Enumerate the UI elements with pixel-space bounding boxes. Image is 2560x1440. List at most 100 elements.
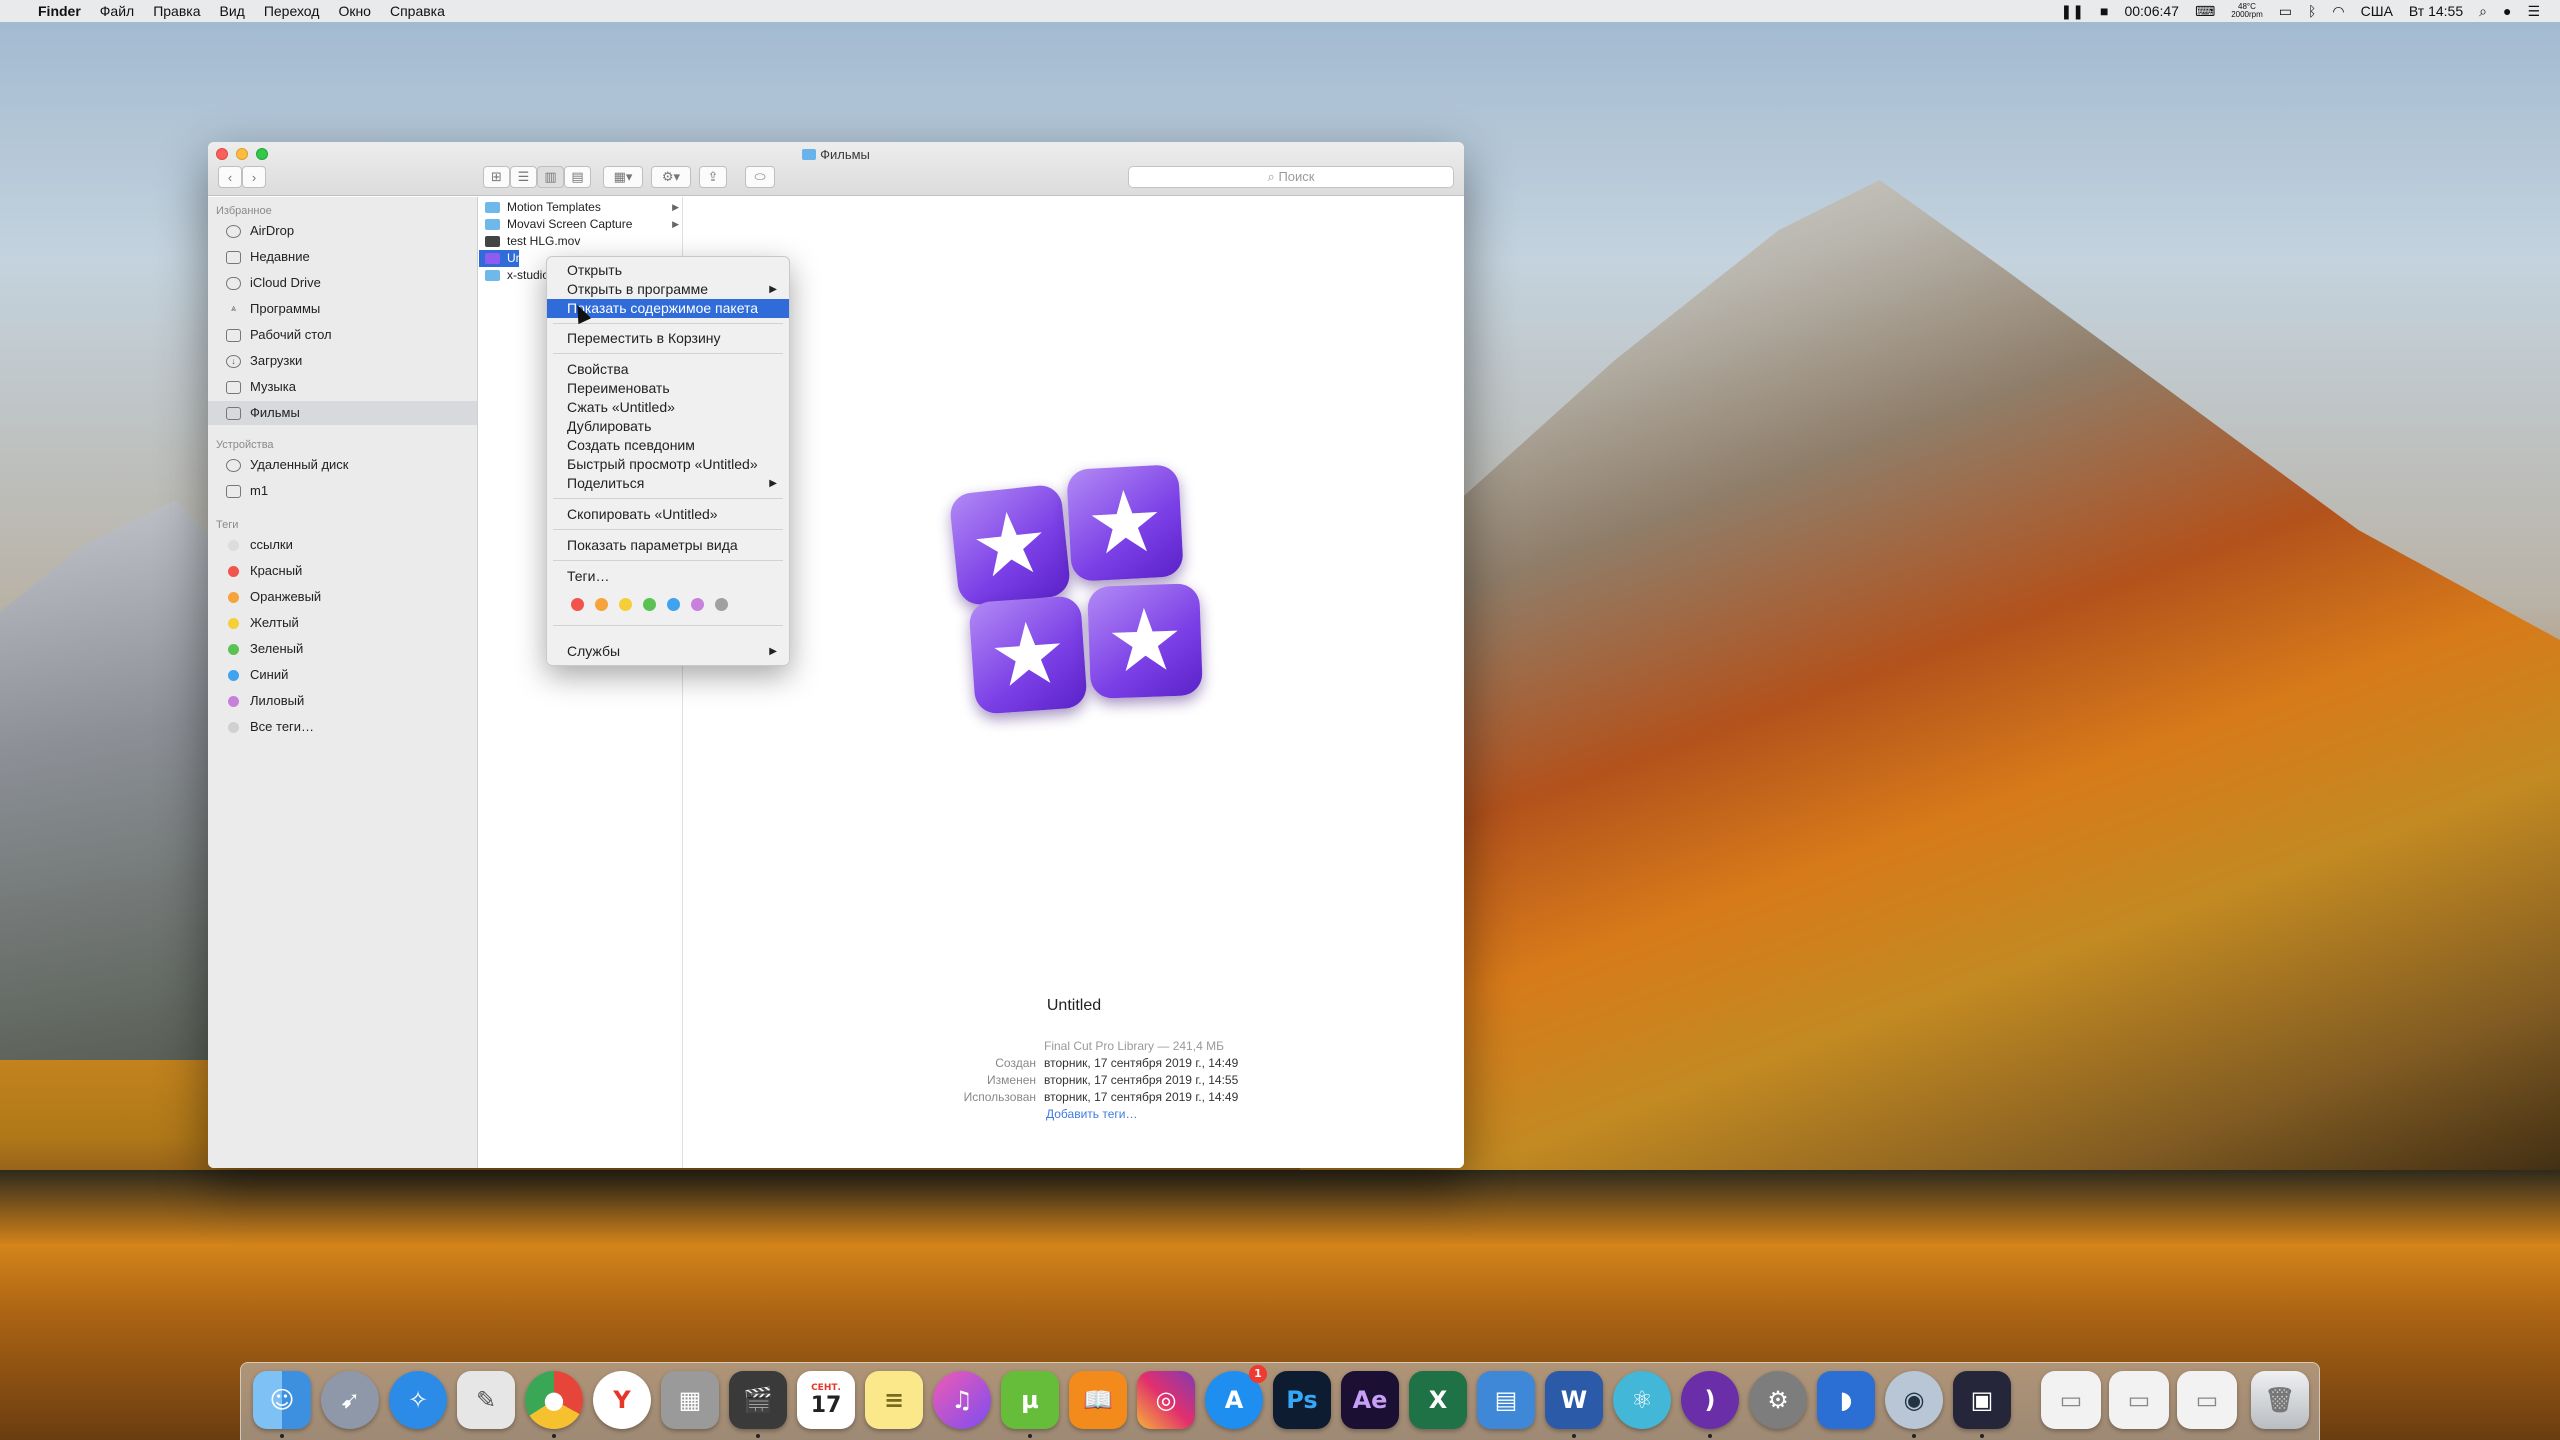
documents-stack-dock-icon[interactable]: ▭ [2109, 1371, 2169, 1429]
after-effects-dock-icon[interactable]: Ae [1341, 1371, 1399, 1429]
cpu-stats[interactable]: 48°C 2000rpm [2231, 3, 2263, 19]
photoshop-dock-icon[interactable]: Ps [1273, 1371, 1331, 1429]
system-preferences-dock-icon[interactable]: ⚙ [1749, 1371, 1807, 1429]
stop-icon[interactable]: ■ [2100, 3, 2108, 19]
menu-item-services[interactable]: Службы ▶ [547, 642, 789, 661]
sidebar-item-remote-disc[interactable]: Удаленный диск [208, 453, 477, 477]
podcast-dock-icon[interactable]: ) [1681, 1371, 1739, 1438]
calendar-dock-icon[interactable]: СЕНТ. 17 [797, 1371, 855, 1429]
sidebar-tag-links[interactable]: ссылки [208, 533, 477, 557]
menu-help[interactable]: Справка [390, 3, 445, 19]
view-columns-button[interactable]: ▥ [537, 166, 564, 188]
menu-go[interactable]: Переход [264, 3, 320, 19]
sidebar-item-music[interactable]: Музыка [208, 375, 477, 399]
sidebar-item-downloads[interactable]: ↓ Загрузки [208, 349, 477, 373]
forward-button[interactable]: › [242, 166, 266, 188]
files-dock-icon[interactable]: ▤ [1477, 1371, 1535, 1429]
utorrent-dock-icon[interactable]: µ [1001, 1371, 1059, 1438]
ibooks-dock-icon[interactable]: 📖 [1069, 1371, 1127, 1429]
tag-color-yellow[interactable] [619, 598, 632, 611]
spotlight-icon[interactable]: ⌕ [2479, 3, 2487, 20]
sidebar-item-airdrop[interactable]: AirDrop [208, 219, 477, 243]
sidebar-tag-purple[interactable]: Лиловый [208, 689, 477, 713]
sidebar-tag-yellow[interactable]: Желтый [208, 611, 477, 635]
file-row-untitled[interactable]: Untitled [479, 250, 519, 267]
sidebar-tag-green[interactable]: Зеленый [208, 637, 477, 661]
menu-item-get-info[interactable]: Свойства [547, 360, 789, 379]
airplay-icon[interactable]: ▭ [2279, 3, 2292, 20]
sidebar-item-m1[interactable]: m1 [208, 479, 477, 503]
launchpad-dock-icon[interactable]: ➹ [321, 1371, 379, 1429]
word-dock-icon[interactable]: W [1545, 1371, 1603, 1438]
itunes-dock-icon[interactable]: ♫ [933, 1371, 991, 1429]
sidebar-tag-all[interactable]: Все теги… [208, 715, 477, 739]
user-icon[interactable]: ● [2503, 3, 2511, 19]
chrome-dock-icon[interactable]: ● [525, 1371, 583, 1438]
menu-item-duplicate[interactable]: Дублировать [547, 417, 789, 436]
view-icons-button[interactable]: ⊞ [483, 166, 510, 188]
file-row-test-hlg[interactable]: test HLG.mov [479, 233, 683, 250]
menu-item-open[interactable]: Открыть [547, 261, 789, 280]
back-button[interactable]: ‹ [218, 166, 242, 188]
menu-item-open-with[interactable]: Открыть в программе ▶ [547, 280, 789, 299]
file-row-movavi[interactable]: Movavi Screen Capture ▶ [479, 216, 683, 233]
instagram-dock-icon[interactable]: ◎ [1137, 1371, 1195, 1429]
menu-item-make-alias[interactable]: Создать псевдоним [547, 436, 789, 455]
menu-item-tags[interactable]: Теги… [547, 567, 789, 586]
swift-dock-icon[interactable]: ◗ [1817, 1371, 1875, 1429]
clock[interactable]: Вт 14:55 [2409, 3, 2463, 19]
pause-icon[interactable]: ❚❚ [2061, 3, 2084, 20]
notification-center-icon[interactable]: ☰ [2527, 3, 2540, 20]
menu-window[interactable]: Окно [338, 3, 371, 19]
menu-file[interactable]: Файл [100, 3, 134, 19]
group-button[interactable]: ▦▾ [603, 166, 643, 188]
sidebar-tag-orange[interactable]: Оранжевый [208, 585, 477, 609]
tag-button[interactable]: ⬭ [745, 166, 775, 188]
sidebar-item-desktop[interactable]: Рабочий стол [208, 323, 477, 347]
recording-time[interactable]: 00:06:47 [2124, 3, 2179, 19]
downloads-stack-dock-icon[interactable]: ▭ [2041, 1371, 2101, 1429]
sidebar-tag-red[interactable]: Красный [208, 559, 477, 583]
add-tags-link[interactable]: Добавить теги… [1046, 1107, 1137, 1121]
excel-dock-icon[interactable]: X [1409, 1371, 1467, 1429]
bluetooth-icon[interactable]: ᛒ [2308, 3, 2316, 19]
search-field[interactable]: ⌕ Поиск [1128, 166, 1454, 188]
yandex-dock-icon[interactable]: Y [593, 1371, 651, 1429]
textedit-dock-icon[interactable]: ✎ [457, 1371, 515, 1429]
tag-color-gray[interactable] [715, 598, 728, 611]
tag-color-blue[interactable] [667, 598, 680, 611]
menu-item-view-options[interactable]: Показать параметры вида [547, 536, 789, 555]
share-button[interactable]: ⇪ [699, 166, 727, 188]
action-button[interactable]: ⚙▾ [651, 166, 691, 188]
trash-dock-icon[interactable]: 🗑 [2251, 1371, 2309, 1429]
wifi-icon[interactable]: ◠ [2332, 3, 2344, 20]
menu-item-share[interactable]: Поделиться ▶ [547, 474, 789, 493]
sidebar-item-icloud[interactable]: iCloud Drive [208, 271, 477, 295]
menu-finder[interactable]: Finder [38, 3, 81, 19]
screen-capture-dock-icon[interactable]: ◉ [1885, 1371, 1943, 1438]
sidebar-item-movies[interactable]: Фильмы [208, 401, 477, 425]
final-cut-dock-icon[interactable]: 🎬 [729, 1371, 787, 1438]
calculator-dock-icon[interactable]: ▦ [661, 1371, 719, 1429]
sidebar-tag-blue[interactable]: Синий [208, 663, 477, 687]
menu-item-quick-look[interactable]: Быстрый просмотр «Untitled» [547, 455, 789, 474]
menu-item-compress[interactable]: Сжать «Untitled» [547, 398, 789, 417]
atom-dock-icon[interactable]: ⚛ [1613, 1371, 1671, 1429]
sidebar-item-recents[interactable]: Недавние [208, 245, 477, 269]
finder-dock-icon[interactable]: ☺ [253, 1371, 311, 1438]
menu-view[interactable]: Вид [220, 3, 245, 19]
notes-dock-icon[interactable]: ≡ [865, 1371, 923, 1429]
keyboard-icon[interactable]: ⌨ [2195, 3, 2215, 20]
menu-item-copy[interactable]: Скопировать «Untitled» [547, 505, 789, 524]
sidebar-item-applications[interactable]: ⩓ Программы [208, 297, 477, 321]
view-list-button[interactable]: ☰ [510, 166, 537, 188]
menu-edit[interactable]: Правка [153, 3, 200, 19]
tag-color-orange[interactable] [595, 598, 608, 611]
safari-dock-icon[interactable]: ✧ [389, 1371, 447, 1429]
appstore-dock-icon[interactable]: A1 [1205, 1365, 1267, 1429]
input-source[interactable]: США [2361, 3, 2393, 19]
menu-item-rename[interactable]: Переименовать [547, 379, 789, 398]
tag-color-purple[interactable] [691, 598, 704, 611]
desktop-stack-dock-icon[interactable]: ▭ [2177, 1371, 2237, 1429]
view-gallery-button[interactable]: ▤ [564, 166, 591, 188]
